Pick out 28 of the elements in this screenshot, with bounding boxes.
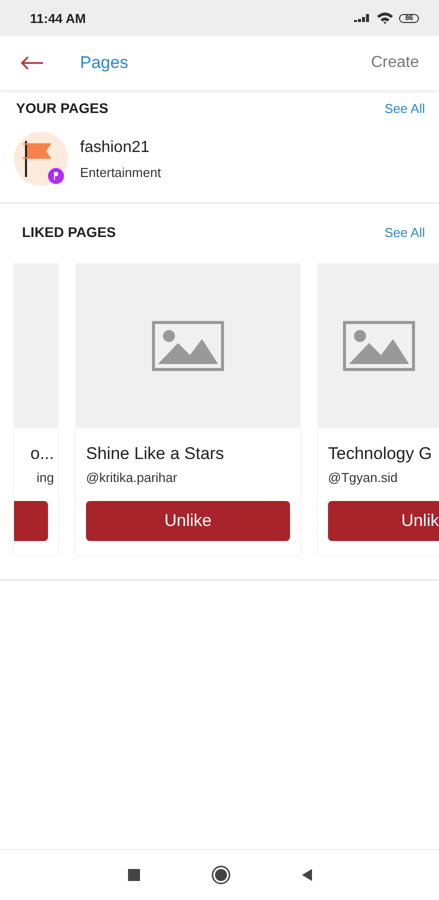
- back-icon[interactable]: [300, 868, 312, 882]
- page-name: Technology G: [328, 444, 429, 464]
- status-time: 11:44 AM: [30, 10, 87, 26]
- page-handle: ing: [36, 470, 54, 485]
- create-button[interactable]: Create: [370, 54, 419, 72]
- unlike-button[interactable]: Unlik: [328, 501, 439, 541]
- see-all-link[interactable]: See All: [384, 224, 425, 240]
- page-name: fashion21: [80, 138, 150, 156]
- page-name: o...: [29, 444, 54, 464]
- image-placeholder-icon: [342, 321, 414, 371]
- back-icon[interactable]: [20, 56, 44, 70]
- see-all-link[interactable]: See All: [384, 100, 425, 116]
- flag-icon: [23, 140, 53, 178]
- page-category: Entertainment: [80, 164, 161, 180]
- unlike-button[interactable]: Unlike: [86, 501, 290, 541]
- signal-icon: [354, 13, 372, 23]
- section-heading: YOUR PAGES: [16, 100, 108, 116]
- section-heading: LIKED PAGES: [22, 224, 116, 240]
- badge-icon: [48, 168, 64, 184]
- page-avatar[interactable]: [14, 132, 68, 186]
- page-handle: @kritika.parihar: [86, 470, 178, 485]
- recents-icon[interactable]: [126, 868, 140, 882]
- page-title: Pages: [80, 53, 130, 73]
- page-name: Shine Like a Stars: [86, 444, 225, 464]
- page-handle: @Tgyan.sid: [328, 470, 399, 485]
- home-icon[interactable]: [210, 865, 230, 885]
- wifi-icon: [377, 12, 394, 24]
- image-placeholder-icon: [152, 321, 224, 371]
